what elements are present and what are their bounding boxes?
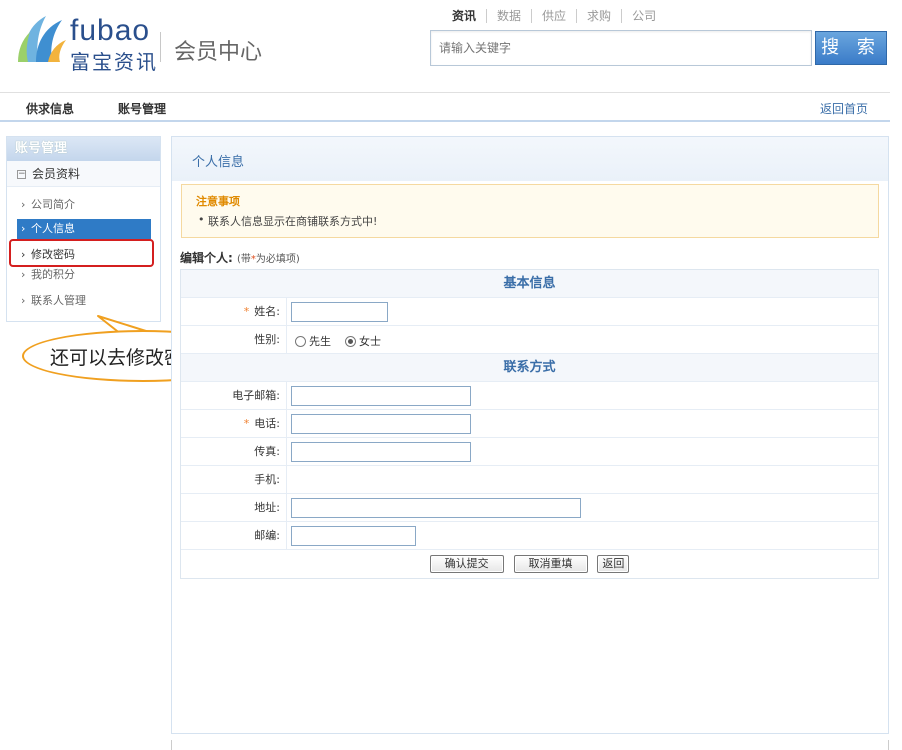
phone-label: * 电话: xyxy=(181,410,287,437)
section-basic-info: 基本信息 xyxy=(181,270,878,298)
zip-label: 邮编: xyxy=(181,522,287,549)
section-contact: 联系方式 xyxy=(181,354,878,382)
email-label: 电子邮箱: xyxy=(181,382,287,409)
fubao-logo-icon xyxy=(18,16,66,62)
search-tab-purchase[interactable]: 求购 xyxy=(576,9,621,23)
radio-selected-icon[interactable] xyxy=(345,335,356,347)
main-panel: 个人信息 注意事项 联系人信息显示在商铺联系方式中! 编辑个人: (带*为必填项… xyxy=(171,136,889,734)
reset-button[interactable]: 取消重填 xyxy=(513,555,588,573)
search-category-tabs: 资讯 数据 供应 求购 公司 xyxy=(452,9,666,23)
submit-button[interactable]: 确认提交 xyxy=(429,555,504,573)
required-note-prefix: (带 xyxy=(237,254,251,265)
sidebar: 账号管理 −会员资料 公司简介 个人信息 修改密码 我的积分 联系人管理 xyxy=(6,136,161,322)
search-input[interactable] xyxy=(431,31,811,65)
form-row-fax: 传真: xyxy=(181,438,878,466)
required-star-icon: * xyxy=(243,417,250,430)
nav-supply-demand[interactable]: 供求信息 xyxy=(26,100,74,117)
sidebar-item-contact-management[interactable]: 联系人管理 xyxy=(17,291,151,311)
phone-label-text: 电话: xyxy=(254,417,280,430)
required-note-suffix: 为必填项) xyxy=(255,254,300,265)
notice-body: 联系人信息显示在商铺联系方式中! xyxy=(198,213,377,229)
name-label: * 姓名: xyxy=(181,298,287,325)
form-row-name: * 姓名: xyxy=(181,298,878,326)
back-button[interactable]: 返回 xyxy=(597,555,630,573)
panel-edge-left xyxy=(171,740,172,750)
gender-male-label: 先生 xyxy=(309,335,331,348)
gender-radio-male[interactable]: 先生 xyxy=(295,333,331,349)
form-row-zip: 邮编: xyxy=(181,522,878,550)
personal-info-form: 基本信息 * 姓名: 性别: 先生 女士 联系方式 电子邮箱: * 电话: 传真: xyxy=(180,269,879,579)
gender-radio-female[interactable]: 女士 xyxy=(345,333,381,349)
panel-edge-right xyxy=(888,740,889,750)
form-row-mobile: 手机: xyxy=(181,466,878,494)
email-field[interactable] xyxy=(291,386,471,406)
search-button[interactable]: 搜 索 xyxy=(815,31,887,65)
brand-name-en: fubao xyxy=(70,14,151,47)
gender-radio-group: 先生 女士 xyxy=(295,333,381,349)
search-tab-supply[interactable]: 供应 xyxy=(531,9,576,23)
search-tab-company[interactable]: 公司 xyxy=(621,9,666,23)
form-actions: 确认提交 取消重填 返回 xyxy=(181,550,878,578)
sidebar-group-member-info[interactable]: − 会员资料 xyxy=(7,161,160,187)
required-star-icon: * xyxy=(243,305,250,318)
notice-box: 注意事项 联系人信息显示在商铺联系方式中! xyxy=(181,184,879,238)
sidebar-item-personal-info[interactable]: 个人信息 xyxy=(17,219,151,239)
sidebar-item-my-points[interactable]: 我的积分 xyxy=(17,265,151,285)
address-label: 地址: xyxy=(181,494,287,521)
phone-field[interactable] xyxy=(291,414,471,434)
change-password-highlight-frame xyxy=(9,239,154,267)
edit-heading-label: 编辑个人: xyxy=(180,251,233,265)
radio-circle-icon[interactable] xyxy=(295,335,306,347)
search-box xyxy=(430,30,812,66)
address-field[interactable] xyxy=(291,498,581,518)
fax-field[interactable] xyxy=(291,442,471,462)
collapse-minus-icon[interactable]: − xyxy=(17,170,26,179)
sidebar-group-label: 会员资料 xyxy=(32,167,81,181)
name-label-text: 姓名: xyxy=(254,305,280,318)
search-tab-news[interactable]: 资讯 xyxy=(452,9,486,23)
form-row-email: 电子邮箱: xyxy=(181,382,878,410)
sidebar-item-company-profile[interactable]: 公司简介 xyxy=(17,195,151,215)
notice-title: 注意事项 xyxy=(196,195,240,208)
form-row-gender: 性别: 先生 女士 xyxy=(181,326,878,354)
top-nav: 供求信息 账号管理 返回首页 xyxy=(0,92,890,122)
brand-divider xyxy=(160,32,161,62)
name-field[interactable] xyxy=(291,302,388,322)
search-tab-data[interactable]: 数据 xyxy=(486,9,531,23)
gender-female-label: 女士 xyxy=(359,335,381,348)
form-row-address: 地址: xyxy=(181,494,878,522)
member-center-title: 会员中心 xyxy=(174,40,263,65)
nav-account-management[interactable]: 账号管理 xyxy=(118,100,166,117)
sidebar-title: 账号管理 xyxy=(7,137,160,161)
mobile-label: 手机: xyxy=(181,466,287,493)
zip-field[interactable] xyxy=(291,526,416,546)
form-row-phone: * 电话: xyxy=(181,410,878,438)
required-note: (带*为必填项) xyxy=(237,254,300,265)
brand-name-cn: 富宝资讯 xyxy=(70,50,158,74)
nav-home-link[interactable]: 返回首页 xyxy=(820,100,868,117)
fax-label: 传真: xyxy=(181,438,287,465)
gender-label: 性别: xyxy=(181,326,287,353)
page-title: 个人信息 xyxy=(172,137,888,181)
edit-heading: 编辑个人: (带*为必填项) xyxy=(180,249,300,266)
site-header: fubao 富宝资讯 会员中心 资讯 数据 供应 求购 公司 搜 索 xyxy=(0,0,902,88)
